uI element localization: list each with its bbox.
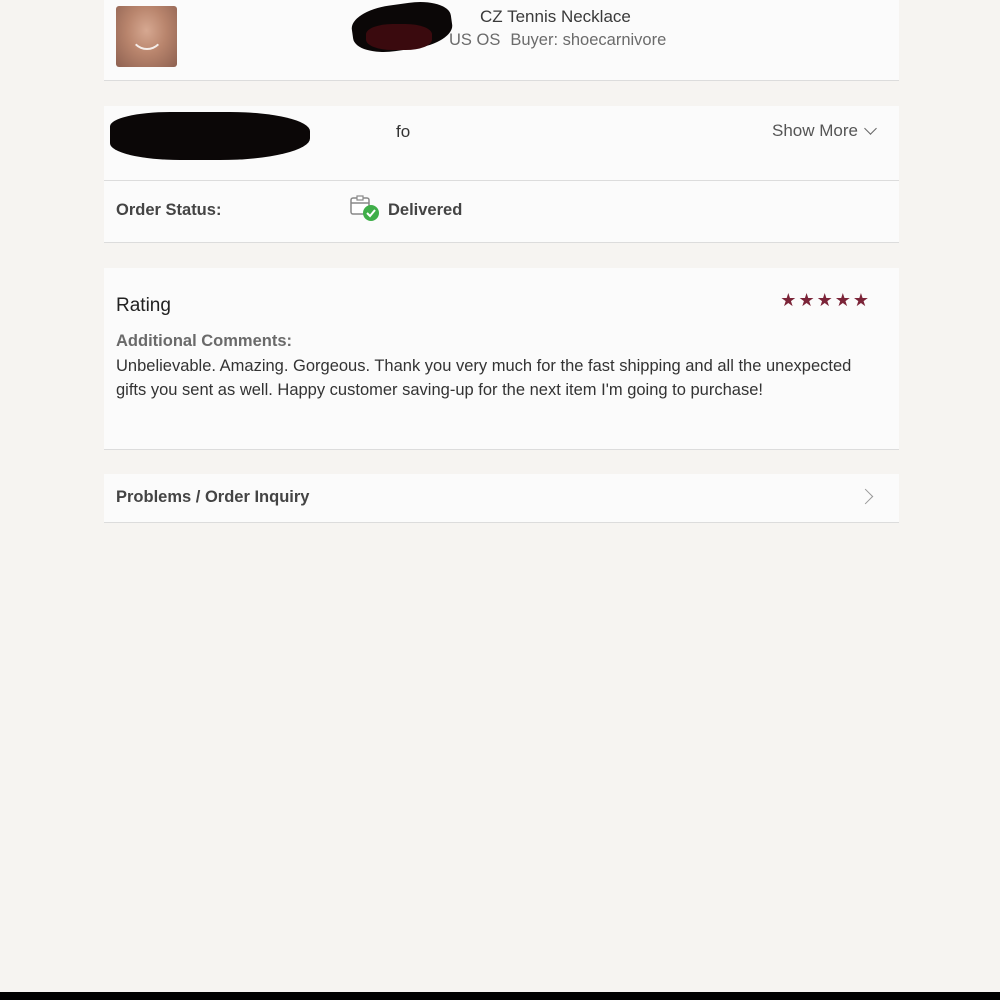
bottom-edge-bar xyxy=(0,992,1000,1000)
additional-comments-text: Unbelievable. Amazing. Gorgeous. Thank y… xyxy=(116,357,852,399)
problems-order-inquiry-row[interactable]: Problems / Order Inquiry xyxy=(104,474,899,523)
additional-comments-label: Additional Comments: xyxy=(116,332,292,350)
item-meta: US OS Buyer: shoecarnivore xyxy=(449,31,666,50)
item-buyer: Buyer: shoecarnivore xyxy=(510,31,667,49)
earnings-info-card: fo Show More xyxy=(104,106,899,181)
item-title: CZ Tennis Necklace xyxy=(480,7,631,26)
star-rating: ★ ★ ★ ★ ★ xyxy=(780,290,869,310)
chevron-down-icon xyxy=(864,122,877,135)
rating-card: Rating ★ ★ ★ ★ ★ Additional Comments: Un… xyxy=(104,268,899,450)
order-status-label: Order Status: xyxy=(116,201,222,219)
redaction-mark xyxy=(366,24,432,50)
info-heading: fo xyxy=(396,122,411,141)
order-status-card: Order Status: Delivered xyxy=(104,181,899,243)
redaction-mark xyxy=(110,112,310,160)
rating-title: Rating xyxy=(116,295,171,316)
delivered-package-icon xyxy=(350,195,379,221)
order-item-card[interactable]: CZ Tennis Necklace US OS Buyer: shoecarni… xyxy=(104,0,899,81)
star-icon: ★ xyxy=(852,290,869,310)
chevron-right-icon xyxy=(857,488,874,505)
star-icon: ★ xyxy=(798,290,815,310)
necklace-image-detail xyxy=(130,16,164,50)
star-icon: ★ xyxy=(780,290,797,310)
star-icon: ★ xyxy=(834,290,851,310)
show-more-button[interactable]: Show More xyxy=(772,121,877,141)
show-more-label: Show More xyxy=(772,121,858,140)
product-thumbnail[interactable] xyxy=(116,6,177,67)
order-status-value: Delivered xyxy=(388,201,463,219)
star-icon: ★ xyxy=(816,290,833,310)
item-size: US OS xyxy=(449,31,501,49)
problems-order-inquiry-label: Problems / Order Inquiry xyxy=(116,488,310,506)
